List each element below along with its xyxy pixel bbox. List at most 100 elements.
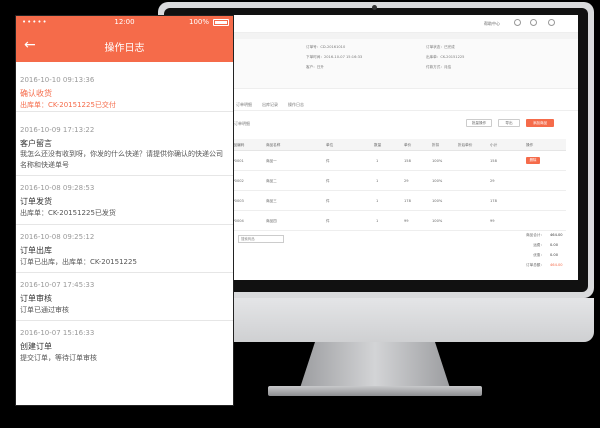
log-title: 订单发货	[20, 197, 52, 206]
cell-price: 158	[404, 159, 411, 163]
log-time: 2016-10-07 15:16:33	[20, 329, 95, 337]
th-op: 操作	[526, 143, 534, 147]
cell-qty: 1	[376, 159, 379, 163]
cell-total: 29	[490, 179, 495, 183]
cell-name: 商品三	[266, 199, 277, 203]
product-search-input[interactable]: 搜索商品	[238, 235, 284, 243]
summary-label: 运费：	[533, 243, 544, 247]
log-item: 2016-10-09 17:13:22 客户留言 我怎么还没有收到呀，你发的什么…	[16, 112, 233, 176]
info-line: 客户：日升	[306, 65, 324, 69]
cell-unit: 件	[326, 179, 330, 183]
cell-name: 商品二	[266, 179, 277, 183]
cell-price: 99	[404, 219, 409, 223]
th-discount-price: 折后单价	[458, 143, 473, 147]
monitor-foot	[268, 386, 482, 396]
log-item: 2016-10-08 09:28:53 订单发货 出库单：CK-20151225…	[16, 176, 233, 225]
cell-qty: 1	[376, 219, 379, 223]
help-link[interactable]: 帮助中心	[484, 21, 500, 27]
summary-line: 运费： 0.00	[533, 243, 570, 248]
th-qty: 数量	[374, 143, 382, 147]
log-desc: 出库单：CK-20151225已交付	[20, 101, 116, 109]
camera-icon	[372, 5, 377, 10]
log-item: 2016-10-10 09:13:36 确认收货 出库单：CK-20151225…	[16, 62, 233, 112]
export-button[interactable]: 导出	[498, 119, 520, 127]
summary-line: 优惠： 0.00	[533, 253, 570, 258]
cell-name: 商品四	[266, 219, 277, 223]
log-desc: 我怎么还没有收到呀，你发的什么快递？请提供你确认的快递公司名称和快递单号	[20, 150, 223, 169]
th-name: 商品名称	[266, 143, 281, 147]
table-header: 商品编码 商品名称 单位 数量 单价 折扣 折后单价 小计 操作	[226, 139, 566, 151]
tab-outbound[interactable]: 出库记录	[262, 102, 278, 108]
log-time: 2016-10-10 09:13:36	[20, 76, 95, 84]
cell-qty: 1	[376, 179, 379, 183]
log-title: 创建订单	[20, 342, 52, 351]
cell-qty: 1	[376, 199, 379, 203]
nav-bar: ← 操作日志	[16, 30, 233, 62]
cell-total: 178	[490, 199, 497, 203]
th-unit: 单位	[326, 143, 334, 147]
log-desc: 提交订单，等待订单审核	[20, 354, 97, 362]
summary-total: 订单总额： 464.00	[526, 263, 570, 268]
tab-order-detail[interactable]: 订单明细	[236, 102, 252, 108]
log-desc: 订单已出库，出库单：CK-20151225	[20, 258, 137, 266]
log-title: 订单审核	[20, 294, 52, 303]
info-line: 订单状态：已完成	[426, 45, 455, 49]
summary-value: 464.00	[550, 233, 563, 237]
summary-value: 0.00	[550, 253, 559, 257]
log-item: 2016-10-07 15:16:33 创建订单 提交订单，等待订单审核	[16, 321, 233, 371]
delete-button[interactable]: 删除	[526, 157, 540, 164]
log-time: 2016-10-08 09:25:12	[20, 233, 95, 241]
summary-value: 464.00	[550, 263, 563, 267]
cell-name: 商品一	[266, 159, 277, 163]
batch-button[interactable]: 批量操作	[466, 119, 492, 127]
tab-log[interactable]: 操作日志	[288, 102, 304, 108]
user-icon[interactable]	[548, 19, 555, 26]
log-time: 2016-10-08 09:28:53	[20, 184, 95, 192]
cell-discount: 100%	[432, 179, 443, 183]
info-line: 订单号：CD-20161010	[306, 45, 346, 49]
add-product-button[interactable]: 添加商品	[526, 119, 554, 127]
summary-line: 商品合计： 464.00	[526, 233, 570, 238]
log-desc: 订单已通过审核	[20, 306, 69, 314]
monitor-stand	[300, 342, 450, 388]
cell-unit: 件	[326, 219, 330, 223]
summary-label: 订单总额：	[526, 263, 544, 267]
status-bar: ••••• 12:00 100%	[16, 16, 233, 30]
log-item: 2016-10-08 09:25:12 订单出库 订单已出库，出库单：CK-20…	[16, 225, 233, 273]
log-time: 2016-10-09 17:13:22	[20, 126, 95, 134]
log-item: 2016-10-07 17:45:33 订单审核 订单已通过审核	[16, 273, 233, 321]
refresh-icon[interactable]	[514, 19, 521, 26]
table-row: CP0003 商品三 件 1 178 100% 178	[226, 191, 566, 211]
log-title: 确认收货	[20, 89, 52, 98]
th-subtotal: 小计	[490, 143, 498, 147]
battery-icon	[213, 19, 229, 26]
cell-unit: 件	[326, 199, 330, 203]
cell-total: 99	[490, 219, 495, 223]
log-title: 订单出库	[20, 246, 52, 255]
log-time: 2016-10-07 17:45:33	[20, 281, 95, 289]
log-desc: 出库单：CK-20151225已发货	[20, 209, 116, 217]
phone-screen: ••••• 12:00 100% ← 操作日志 2016-10-10 09:13…	[16, 16, 233, 405]
battery-percent: 100%	[188, 18, 209, 26]
info-line: 下单时间：2016-10-07 15:16:33	[306, 55, 363, 59]
info-line: 付款方式：月结	[426, 65, 452, 69]
cell-price: 29	[404, 179, 409, 183]
cell-unit: 件	[326, 159, 330, 163]
cell-discount: 100%	[432, 219, 443, 223]
cell-discount: 100%	[432, 159, 443, 163]
cell-price: 178	[404, 199, 411, 203]
page-title: 操作日志	[104, 43, 145, 54]
table-row: CP0004 商品四 件 1 99 100% 99	[226, 211, 566, 231]
summary-label: 商品合计：	[526, 233, 544, 237]
summary-label: 优惠：	[533, 253, 544, 257]
summary-value: 0.00	[550, 243, 559, 247]
cell-discount: 100%	[432, 199, 443, 203]
message-icon[interactable]	[530, 19, 537, 26]
th-price: 单价	[404, 143, 412, 147]
table-row: CP0002 商品二 件 1 29 100% 29	[226, 171, 566, 191]
table-row: CP0001 商品一 件 1 158 100% 158 删除	[226, 151, 566, 171]
toolbar-label: 订单明细	[234, 121, 250, 126]
log-title: 客户留言	[20, 139, 52, 148]
info-line: 出库单：CK-20151225	[426, 55, 465, 59]
th-discount: 折扣	[432, 143, 440, 147]
